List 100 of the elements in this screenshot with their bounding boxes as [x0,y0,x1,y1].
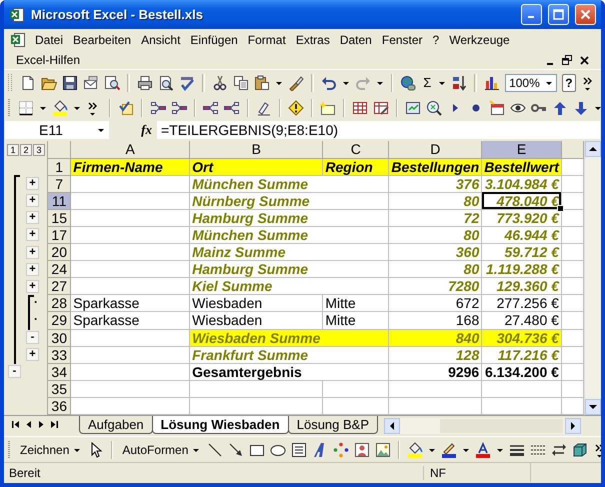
table-cell[interactable]: 277.256 € [482,294,562,312]
row-header[interactable]: 17 [48,226,71,244]
table-cell[interactable]: 80 [388,260,482,278]
help-button[interactable]: ? [562,74,576,92]
table-cell[interactable]: Sparkasse [70,294,190,312]
autoshapes-menu-button[interactable]: AutoFormen [120,442,202,456]
calendar-icon[interactable] [489,100,505,116]
table-cell[interactable]: 3.104.984 € [482,175,562,192]
outline-toggle-button[interactable]: - [8,365,21,378]
table-cell[interactable]: Kiel Summe [190,278,323,295]
scroll-right-button[interactable] [565,418,581,434]
down-arrow-icon[interactable] [589,404,597,410]
up-arrow-icon[interactable] [589,146,597,152]
close-button[interactable] [575,4,596,25]
font-color-icon[interactable] [475,442,492,458]
close-icon[interactable] [580,56,589,64]
formula-field[interactable]: =TEILERGEBNIS(9;E8:E10) [157,121,600,139]
outline-toggle-button[interactable]: + [26,211,39,224]
row-header[interactable]: 20 [48,244,71,261]
table-cell[interactable]: 117.216 € [482,346,562,364]
arrow-style-icon[interactable] [551,442,568,458]
table-cell[interactable]: 478.040 € [482,192,562,210]
validation-icon[interactable] [118,100,134,116]
trace-precedents-icon[interactable] [150,100,166,116]
dropdown-caret-icon[interactable] [97,126,105,134]
new-document-icon[interactable] [20,74,36,90]
trace-dependents-icon[interactable] [203,100,219,116]
remove-arrows-icon[interactable] [256,100,272,116]
3d-style-icon[interactable] [572,442,588,458]
row-header[interactable]: 7 [48,175,71,192]
insert-function-button[interactable]: fx [119,122,157,138]
outline-toggle-button[interactable]: - [26,331,39,344]
row-header[interactable]: 34 [48,363,71,380]
row-header[interactable]: 11 [48,192,71,210]
outline-toggle-button[interactable]: + [26,177,39,190]
table-cell[interactable]: 840 [388,329,482,346]
chart-icon[interactable] [484,74,500,90]
table-cell[interactable]: Hamburg Summe [190,209,323,226]
scroll-left-button[interactable] [384,418,400,434]
table-cell[interactable]: Wiesbaden Summe [190,329,323,346]
column-header[interactable]: D [388,141,482,158]
maximize-button[interactable] [548,4,569,25]
globe-icon[interactable] [400,74,416,90]
spelling-check-icon[interactable] [179,74,196,90]
error-warning-icon[interactable] [288,100,304,116]
table-cell[interactable]: Wiesbaden [190,312,323,330]
outline-toggle-button[interactable]: + [26,280,39,293]
table-cell[interactable]: Sparkasse [70,312,190,330]
table-cell[interactable]: 27.480 € [482,312,562,330]
table-cell[interactable]: Wiesbaden [190,294,323,312]
first-sheet-icon[interactable] [12,420,20,429]
right-arrow-icon[interactable] [570,422,576,430]
table-cell[interactable]: München Summe [190,175,323,192]
autosum-button[interactable]: Σ [421,75,434,90]
arrow-icon[interactable] [228,442,244,458]
table-cell[interactable]: 6.134.200 € [482,363,562,380]
maximize-icon[interactable] [553,9,564,20]
outline-toggle-button[interactable]: + [26,228,39,242]
print-icon[interactable] [137,74,154,90]
down-arrow-icon[interactable] [573,100,589,116]
table-cell[interactable]: 7280 [388,278,482,295]
circle-invalid-data-icon[interactable] [352,100,368,116]
row-header[interactable]: 33 [48,346,71,364]
restore-icon[interactable] [562,54,572,64]
outline-toggle-button[interactable]: + [26,262,39,276]
table-cell[interactable]: 9296 [388,363,482,380]
table-cell[interactable]: Frankfurt Summe [190,346,323,364]
table-cell[interactable]: Mainz Summe [190,244,323,261]
print-preview-icon[interactable] [158,74,174,90]
table-cell[interactable]: 128 [388,346,482,364]
new-comment-icon[interactable] [320,100,336,116]
table-cell[interactable]: 376 [388,175,482,192]
table-cell[interactable]: 46.944 € [482,226,562,244]
remove-dependent-arrows-icon[interactable] [224,100,240,116]
row-header[interactable]: 29 [48,312,71,330]
outline-toggle-button[interactable]: + [26,348,39,362]
text-box-icon[interactable] [291,442,308,458]
diagram-icon[interactable] [333,442,350,458]
clip-art-icon[interactable] [354,442,370,458]
evaluate-formula-icon[interactable] [426,100,442,116]
column-header[interactable]: B [190,141,323,158]
save-icon[interactable] [62,74,78,90]
table-cell[interactable]: München Summe [190,226,323,244]
column-header[interactable]: C [322,141,389,158]
workbook-icon[interactable] [10,32,26,48]
left-arrow-icon[interactable] [389,422,396,430]
sheet-tab[interactable]: Aufgaben [79,416,153,434]
table-cell[interactable]: Mitte [322,312,389,330]
remove-precedent-arrows-icon[interactable] [171,100,187,116]
table-cell[interactable]: 59.712 € [482,244,562,261]
row-header[interactable]: 27 [48,278,71,295]
table-cell[interactable]: 304.736 € [482,329,562,346]
table-cell[interactable]: Gesamtergebnis [190,363,323,380]
column-title-cell[interactable]: Region [322,158,389,176]
undo-icon[interactable] [320,74,337,90]
outline-level-button[interactable]: 3 [33,144,45,156]
menu-item[interactable]: Werkzeuge [444,33,515,47]
row-header[interactable]: 36 [48,397,71,414]
column-title-cell[interactable]: Bestellwert [482,158,562,176]
table-cell[interactable]: Nürnberg Summe [190,192,323,210]
